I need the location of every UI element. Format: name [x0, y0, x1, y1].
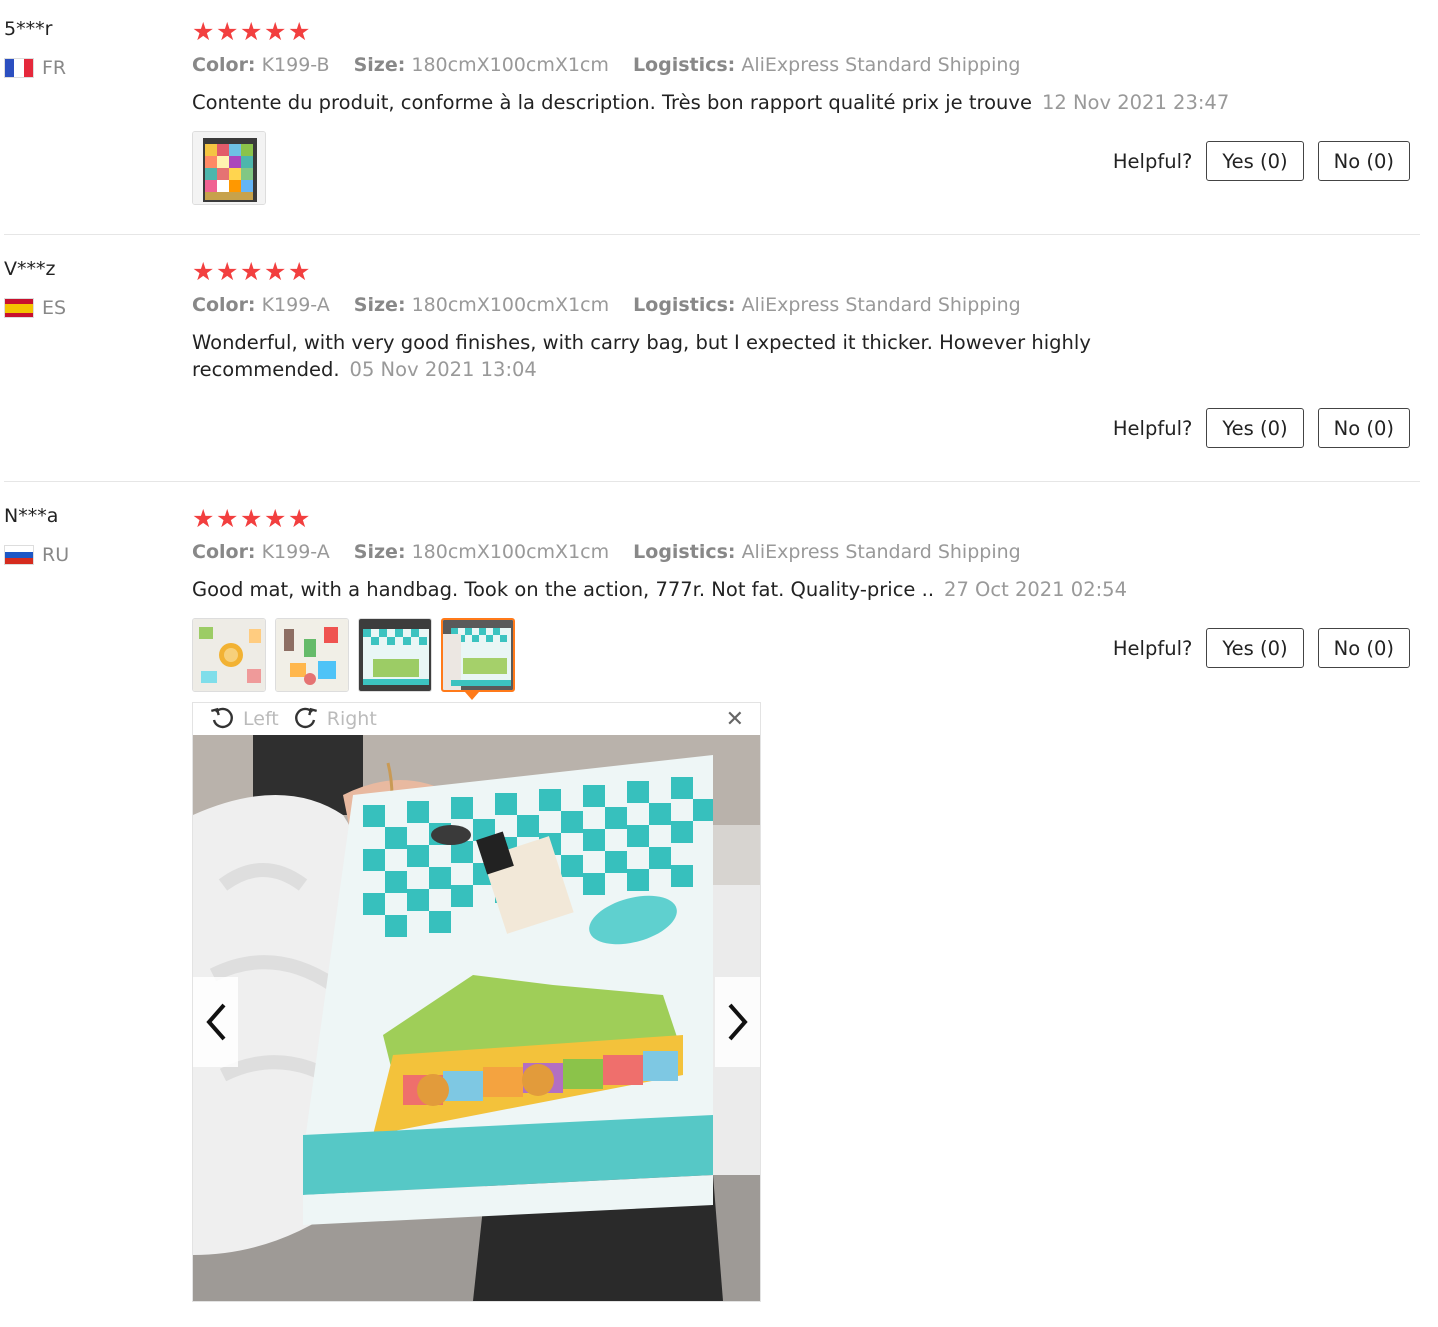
viewer-toolbar: Left Right ✕ — [193, 703, 760, 735]
star-icon: ★ — [288, 504, 311, 533]
logistics-key: Logistics: — [632, 54, 736, 76]
reviewer-country: ES — [4, 297, 66, 319]
color-key: Color: — [192, 541, 256, 563]
review-date: 12 Nov 2021 23:47 — [1041, 91, 1230, 114]
review-sku-info: Color: K199-A Size: 180cmX100cmX1cm Logi… — [192, 541, 1039, 563]
size-key: Size: — [353, 541, 406, 563]
viewer-photo — [193, 735, 760, 1301]
review-photo-thumb[interactable] — [192, 618, 266, 692]
color-value: K199-B — [261, 54, 330, 76]
star-icon: ★ — [240, 17, 263, 46]
color-value: K199-A — [261, 294, 330, 316]
helpful-label: Helpful? — [1112, 416, 1193, 440]
review-photo-thumb[interactable] — [358, 618, 432, 692]
star-icon: ★ — [240, 504, 263, 533]
prev-photo-button[interactable] — [193, 977, 238, 1067]
vote-no-button[interactable]: No (0) — [1317, 628, 1410, 668]
logistics-value: AliExpress Standard Shipping — [741, 294, 1021, 316]
vote-yes-button[interactable]: Yes (0) — [1206, 141, 1304, 181]
star-icon: ★ — [216, 257, 239, 286]
rotate-left-label: Left — [243, 708, 279, 730]
color-key: Color: — [192, 54, 256, 76]
review-body: Good mat, with a handbag. Took on the ac… — [192, 578, 935, 601]
reviewer-name: 5***r — [4, 18, 53, 40]
review-divider — [4, 234, 1420, 235]
vote-yes-button[interactable]: Yes (0) — [1206, 408, 1304, 448]
flag-fr-icon — [4, 58, 34, 78]
rating-stars: ★ ★ ★ ★ ★ — [192, 506, 310, 531]
review-date: 27 Oct 2021 02:54 — [944, 578, 1127, 601]
rotate-right-icon — [294, 707, 317, 729]
star-icon: ★ — [240, 257, 263, 286]
vote-no-button[interactable]: No (0) — [1317, 408, 1410, 448]
reviewer-name: V***z — [4, 258, 56, 280]
review-body: Wonderful, with very good finishes, with… — [192, 331, 1091, 381]
logistics-key: Logistics: — [633, 541, 736, 563]
country-code: ES — [42, 297, 67, 319]
rotate-right-button[interactable]: Right — [293, 706, 377, 732]
rating-stars: ★ ★ ★ ★ ★ — [192, 19, 310, 44]
review-date: 05 Nov 2021 13:04 — [349, 358, 537, 381]
review-photos — [192, 618, 515, 692]
flag-ru-icon — [4, 545, 34, 565]
review-sku-info: Color: K199-A Size: 180cmX100cmX1cm Logi… — [192, 294, 1039, 316]
helpful-vote: Helpful? Yes (0) No (0) — [1113, 141, 1410, 181]
star-icon: ★ — [264, 257, 287, 286]
color-key: Color: — [192, 294, 256, 316]
review-photo-thumb[interactable] — [275, 618, 349, 692]
reviewer-country: RU — [4, 544, 69, 566]
star-icon: ★ — [216, 17, 239, 46]
size-value: 180cmX100cmX1cm — [411, 294, 610, 316]
vote-no-button[interactable]: No (0) — [1317, 141, 1410, 181]
logistics-value: AliExpress Standard Shipping — [741, 54, 1021, 76]
rotate-left-icon — [211, 707, 233, 729]
reviewer-name: N***a — [4, 505, 59, 527]
next-photo-button[interactable] — [715, 977, 760, 1067]
helpful-vote: Helpful? Yes (0) No (0) — [1113, 628, 1410, 668]
star-icon: ★ — [216, 504, 239, 533]
review-photo-thumb[interactable] — [192, 131, 266, 205]
review-photo-thumb-active[interactable] — [441, 618, 515, 692]
size-value: 180cmX100cmX1cm — [411, 54, 609, 76]
rating-stars: ★ ★ ★ ★ ★ — [192, 259, 310, 284]
review-sku-info: Color: K199-B Size: 180cmX100cmX1cm Logi… — [192, 54, 1039, 76]
size-value: 180cmX100cmX1cm — [411, 541, 610, 563]
review-text: Good mat, with a handbag. Took on the ac… — [192, 576, 1252, 603]
rotate-right-label: Right — [326, 708, 377, 730]
helpful-label: Helpful? — [1112, 636, 1193, 660]
helpful-vote: Helpful? Yes (0) No (0) — [1113, 408, 1410, 448]
review-text: Wonderful, with very good finishes, with… — [192, 329, 1252, 383]
logistics-value: AliExpress Standard Shipping — [741, 541, 1021, 563]
review-divider — [4, 481, 1420, 482]
flag-es-icon — [4, 298, 34, 318]
photo-viewer: Left Right ✕ — [192, 702, 761, 1302]
review-body: Contente du produit, conforme à la descr… — [192, 91, 1032, 114]
country-code: FR — [42, 57, 67, 79]
rotate-left-button[interactable]: Left — [209, 706, 279, 732]
vote-yes-button[interactable]: Yes (0) — [1206, 628, 1304, 668]
active-thumb-caret — [465, 692, 479, 700]
close-icon[interactable]: ✕ — [726, 707, 744, 732]
chevron-right-icon — [728, 1003, 748, 1041]
chevron-left-icon — [205, 1003, 225, 1041]
color-value: K199-A — [261, 541, 330, 563]
star-icon: ★ — [192, 504, 215, 533]
star-icon: ★ — [192, 17, 215, 46]
size-key: Size: — [353, 54, 406, 76]
logistics-key: Logistics: — [633, 294, 736, 316]
review-photos — [192, 131, 266, 205]
star-icon: ★ — [264, 504, 287, 533]
reviewer-country: FR — [4, 57, 66, 79]
helpful-label: Helpful? — [1112, 149, 1193, 173]
star-icon: ★ — [288, 257, 311, 286]
country-code: RU — [42, 544, 70, 566]
star-icon: ★ — [288, 17, 311, 46]
star-icon: ★ — [264, 17, 287, 46]
review-text: Contente du produit, conforme à la descr… — [192, 89, 1252, 116]
size-key: Size: — [353, 294, 406, 316]
star-icon: ★ — [192, 257, 215, 286]
